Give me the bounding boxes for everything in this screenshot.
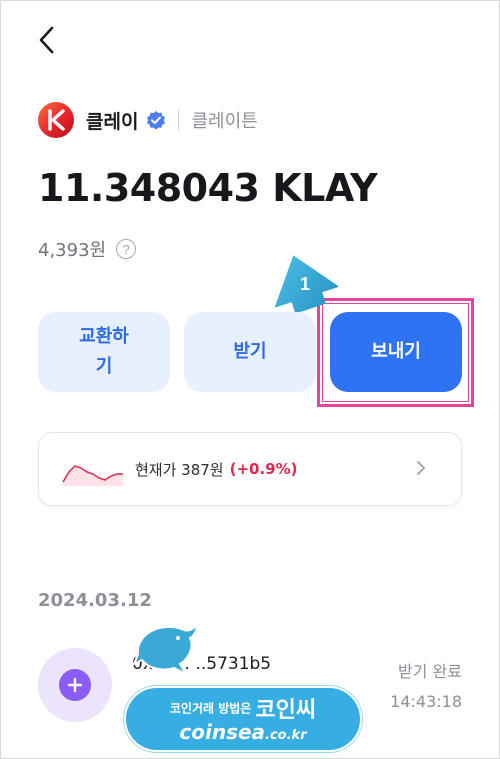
krw-row: 4,393원 ? [38, 236, 137, 262]
history-date: 2024.03.12 [38, 590, 152, 611]
network-name: 클레이튼 [191, 111, 258, 132]
sparkline-icon [62, 465, 123, 486]
price-change: (+0.9%) [229, 460, 298, 478]
verified-badge-icon [147, 111, 166, 130]
coin-header: 클레이 클레이튼 [38, 102, 258, 138]
price-card[interactable]: 현재가 387원 (+0.9%) [38, 432, 462, 506]
back-button[interactable] [34, 22, 64, 58]
watermark-url-tail: .co.kr [265, 728, 307, 743]
watermark: 코인거래 방법은 코인씨 coinsea.co.kr [124, 620, 362, 752]
watermark-url-main: coinsea [179, 720, 266, 744]
current-price: 현재가 387원 [135, 460, 224, 479]
send-highlight-box [317, 298, 474, 407]
step-number: 1 [300, 274, 311, 294]
exchange-label: 교환하 기 [79, 326, 129, 377]
chevron-right-icon [417, 461, 425, 475]
header-divider [178, 109, 180, 131]
watermark-small-text: 코인거래 방법은 [169, 701, 252, 716]
klay-logo-icon [38, 102, 74, 138]
tx-type-icon [38, 648, 112, 722]
back-arrow-icon [39, 26, 54, 54]
coin-name: 클레이 [86, 110, 139, 133]
balance-amount: 11.348043 KLAY [38, 166, 378, 210]
watermark-url: coinsea.co.kr [124, 720, 362, 744]
plus-icon [59, 669, 91, 701]
help-icon[interactable]: ? [116, 239, 137, 259]
tx-status: 받기 완료 [398, 662, 462, 681]
tx-time: 14:43:18 [390, 692, 462, 711]
dolphin-icon [132, 620, 200, 677]
exchange-button[interactable]: 교환하 기 [38, 312, 170, 392]
krw-value: 4,393원 [38, 240, 107, 261]
receive-button[interactable]: 받기 [184, 312, 316, 392]
receive-label: 받기 [233, 341, 267, 362]
